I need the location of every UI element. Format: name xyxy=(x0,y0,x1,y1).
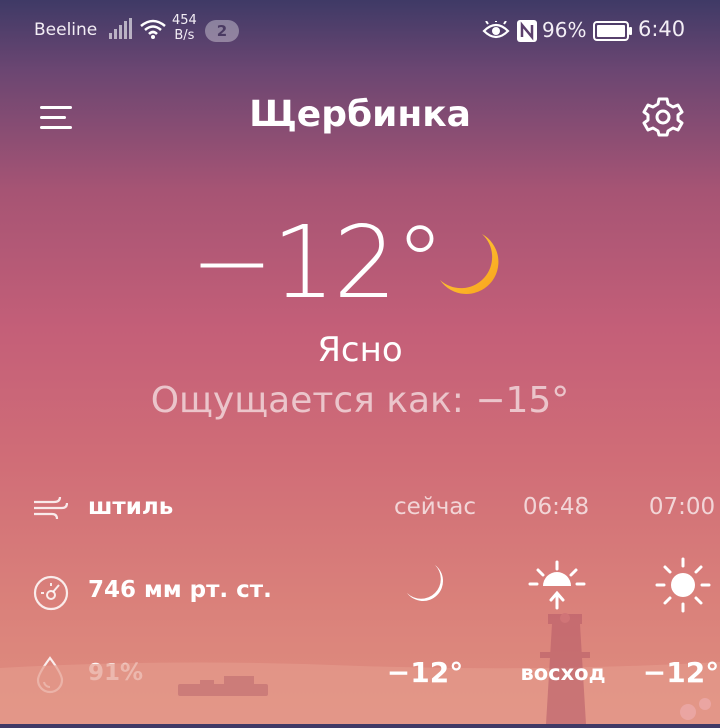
sun-icon xyxy=(654,556,712,618)
battery-icon xyxy=(593,21,633,45)
menu-icon[interactable] xyxy=(40,104,74,134)
net-speed-unit: B/s xyxy=(174,28,195,43)
carrier-name: Beeline xyxy=(34,20,98,40)
hourly-temperature: −12° xyxy=(642,656,720,689)
hourly-time: сейчас xyxy=(393,494,477,520)
gear-icon[interactable] xyxy=(642,96,684,142)
nfc-icon xyxy=(516,19,538,47)
hourly-sunrise-label: восход xyxy=(520,661,606,685)
status-bar: Beeline 454 B/s 2 96% 6:40 xyxy=(0,0,720,60)
hourly-time: 07:00 xyxy=(648,494,716,520)
current-temperature: −12° xyxy=(190,204,445,321)
net-speed-value: 454 xyxy=(172,13,197,28)
moon-icon xyxy=(434,230,508,308)
wind-icon xyxy=(32,494,69,526)
eye-comfort-icon xyxy=(482,19,510,45)
city-title[interactable]: Щербинка xyxy=(160,94,560,135)
wind-value: штиль xyxy=(88,494,174,520)
clock: 6:40 xyxy=(638,17,686,41)
sunrise-icon xyxy=(528,558,586,616)
net-speed: 454 B/s xyxy=(172,13,197,43)
moon-icon xyxy=(405,563,449,611)
hourly-temperature: −12° xyxy=(386,656,464,689)
feels-like: Ощущается как: −15° xyxy=(150,380,570,421)
hourly-time: 06:48 xyxy=(522,494,590,520)
notification-badge: 2 xyxy=(205,20,239,42)
wifi-icon xyxy=(139,18,167,44)
signal-icon xyxy=(108,18,132,44)
battery-percent: 96% xyxy=(542,18,587,42)
weather-condition: Ясно xyxy=(317,330,403,370)
